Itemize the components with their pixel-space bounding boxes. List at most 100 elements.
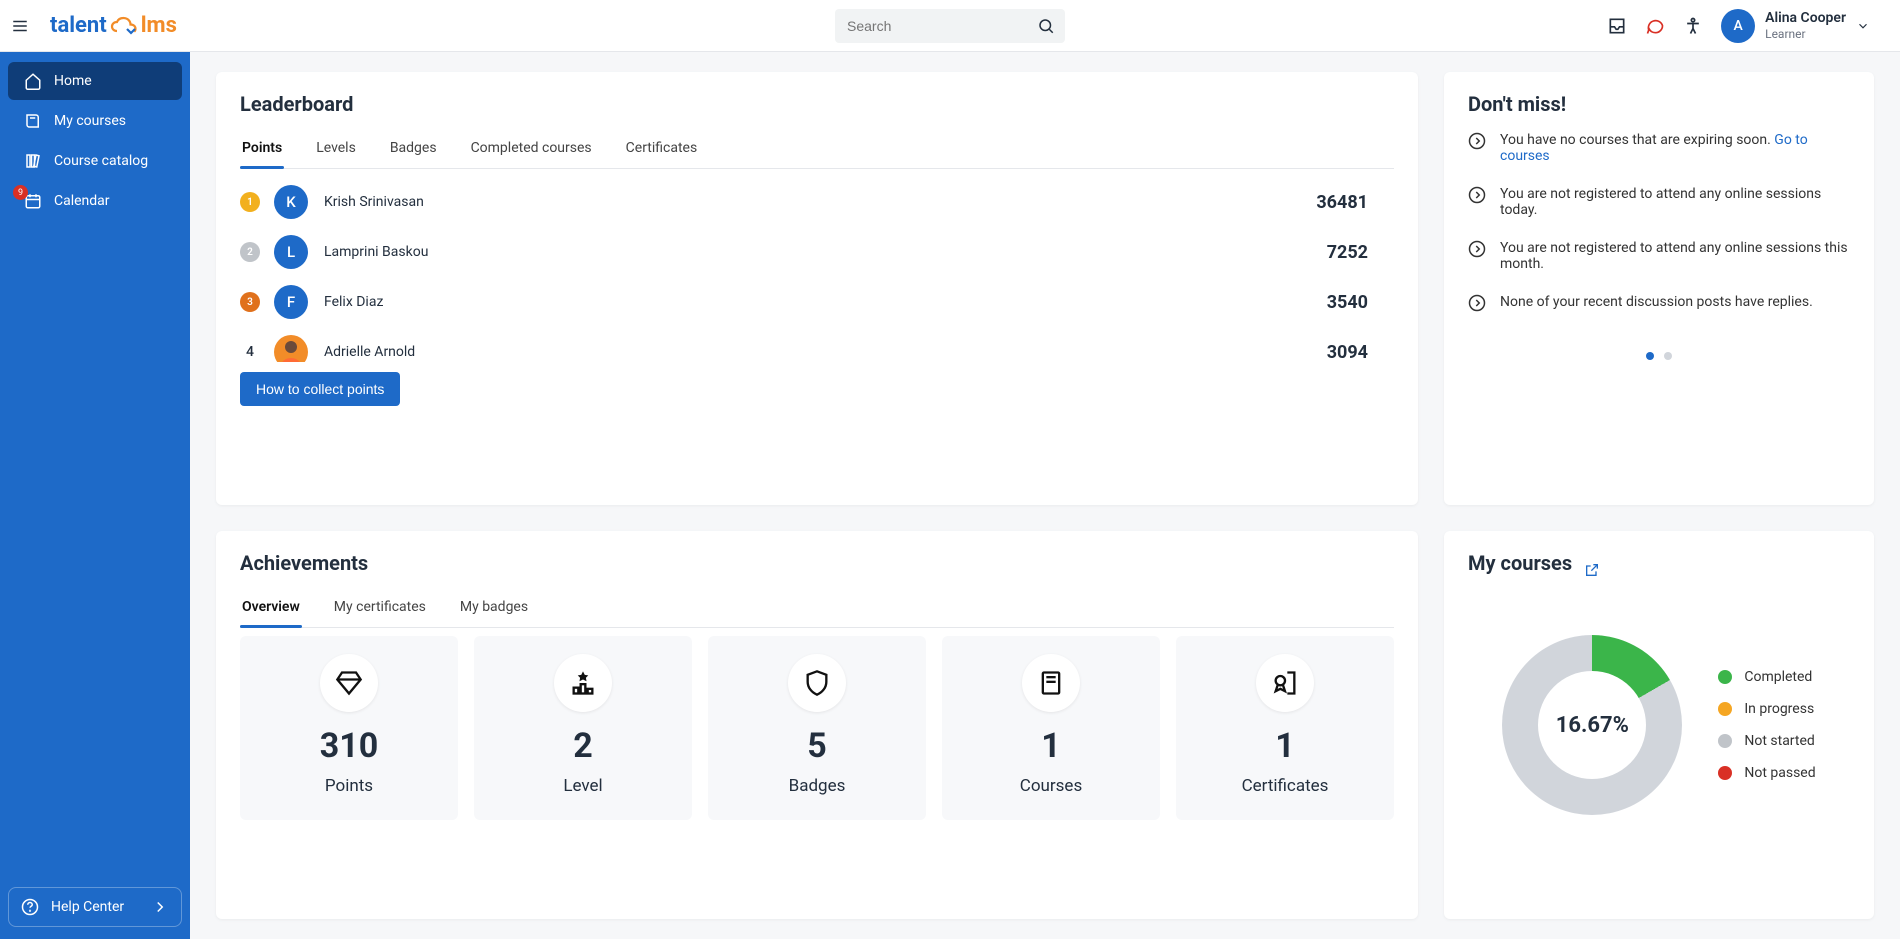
book-icon [1037,669,1065,697]
sidebar-item-label: Home [54,73,92,89]
search-container [835,9,1065,43]
help-icon [21,898,39,916]
sidebar-item-calendar[interactable]: 9 Calendar [8,182,182,220]
rank-badge-bronze: 3 [240,292,260,312]
tab-badges[interactable]: Badges [388,130,439,168]
achievement-tiles: 310 Points 2 Level 5 Badges 1 Courses [240,636,1394,820]
library-icon [24,152,42,170]
arrow-circle-icon [1468,294,1486,312]
leader-avatar: L [274,235,308,269]
tab-my-certificates[interactable]: My certificates [332,589,428,627]
tab-my-badges[interactable]: My badges [458,589,530,627]
sidebar-item-label: My courses [54,113,126,129]
dont-miss-title: Don't miss! [1468,92,1850,116]
achievements-title: Achievements [240,551,1394,575]
tile-courses: 1 Courses [942,636,1160,820]
sidebar-item-label: Course catalog [54,153,148,169]
legend-not-started: Not started [1718,733,1815,749]
hamburger-icon [11,17,29,35]
help-center-button[interactable]: Help Center [8,887,182,927]
my-courses-title: My courses [1468,551,1572,575]
dont-miss-item: You are not registered to attend any onl… [1468,186,1850,218]
person-icon [274,335,308,362]
tab-points[interactable]: Points [240,130,284,168]
tile-badges: 5 Badges [708,636,926,820]
help-label: Help Center [51,899,124,915]
search-input[interactable] [835,9,1065,43]
leader-avatar: F [274,285,308,319]
legend-in-progress: In progress [1718,701,1815,717]
search-icon [1037,17,1055,35]
hamburger-button[interactable] [0,0,40,52]
tab-completed-courses[interactable]: Completed courses [469,130,594,168]
user-name: Alina Cooper [1765,10,1846,27]
user-menu[interactable]: A Alina Cooper Learner [1721,9,1870,43]
sidebar-item-label: Calendar [54,193,110,209]
leader-score: 36481 [1316,192,1382,213]
my-courses-card: My courses 16.67% Completed In progress … [1444,531,1874,919]
external-link-icon[interactable] [1584,562,1600,578]
leaderboard-row: 1 K Krish Srinivasan 36481 [240,177,1382,227]
sidebar-item-home[interactable]: Home [8,62,182,100]
leaderboard-row: 2 L Lamprini Baskou 7252 [240,227,1382,277]
sidebar-item-my-courses[interactable]: My courses [8,102,182,140]
diamond-icon [335,669,363,697]
inbox-icon[interactable] [1607,16,1627,36]
tile-level: 2 Level [474,636,692,820]
tab-overview[interactable]: Overview [240,589,302,627]
leader-score: 7252 [1327,242,1382,263]
leaderboard-title: Leaderboard [240,92,1394,116]
leaderboard-tabs: Points Levels Badges Completed courses C… [240,130,1394,169]
leaderboard-list: 1 K Krish Srinivasan 36481 2 L Lamprini … [240,177,1394,362]
donut-chart: 16.67% [1502,635,1682,815]
sidebar-item-course-catalog[interactable]: Course catalog [8,142,182,180]
leader-name: Lamprini Baskou [324,244,428,260]
chevron-down-icon [1856,19,1870,33]
arrow-circle-icon [1468,132,1486,150]
collect-points-button[interactable]: How to collect points [240,372,400,406]
tab-levels[interactable]: Levels [314,130,358,168]
user-role: Learner [1765,27,1846,41]
cloud-icon [109,16,139,36]
pagination-dots [1468,352,1850,360]
home-icon [24,72,42,90]
dont-miss-card: Don't miss! You have no courses that are… [1444,72,1874,505]
dont-miss-item: You have no courses that are expiring so… [1468,132,1850,164]
leaderboard-row: 4 Adrielle Arnold 3094 [240,327,1382,362]
chevron-right-icon [151,898,169,916]
main-content: Leaderboard Points Levels Badges Complet… [190,52,1900,939]
scrollbar-down-icon[interactable]: ▼ [1382,350,1394,362]
dot-2[interactable] [1664,352,1672,360]
calendar-badge: 9 [13,185,28,200]
rank-badge-gold: 1 [240,192,260,212]
scrollbar[interactable]: ▼ [1382,177,1394,362]
leader-name: Felix Diaz [324,294,383,310]
leaderboard-card: Leaderboard Points Levels Badges Complet… [216,72,1418,505]
certificate-icon [1271,669,1299,697]
donut-percent: 16.67% [1556,713,1629,738]
arrow-circle-icon [1468,186,1486,204]
achievements-card: Achievements Overview My certificates My… [216,531,1418,919]
shield-icon [803,669,831,697]
tab-certificates[interactable]: Certificates [624,130,700,168]
dont-miss-list: You have no courses that are expiring so… [1468,132,1850,312]
accessibility-icon[interactable] [1683,16,1703,36]
dot-1[interactable] [1646,352,1654,360]
rank-badge-silver: 2 [240,242,260,262]
legend-not-passed: Not passed [1718,765,1815,781]
book-icon [24,112,42,130]
leader-name: Krish Srinivasan [324,194,424,210]
tile-certificates: 1 Certificates [1176,636,1394,820]
legend-completed: Completed [1718,669,1815,685]
leader-avatar: K [274,185,308,219]
logo[interactable]: talent lms [50,13,177,38]
sidebar: Home My courses Course catalog 9 Calenda… [0,52,190,939]
leader-score: 3094 [1327,342,1382,363]
tile-points: 310 Points [240,636,458,820]
achievements-tabs: Overview My certificates My badges [240,589,1394,628]
scrollbar-thumb[interactable] [1382,177,1394,227]
leader-score: 3540 [1327,292,1382,313]
dont-miss-item: None of your recent discussion posts hav… [1468,294,1850,312]
courses-chart: 16.67% Completed In progress Not started… [1468,635,1850,815]
messages-icon[interactable] [1645,16,1665,36]
